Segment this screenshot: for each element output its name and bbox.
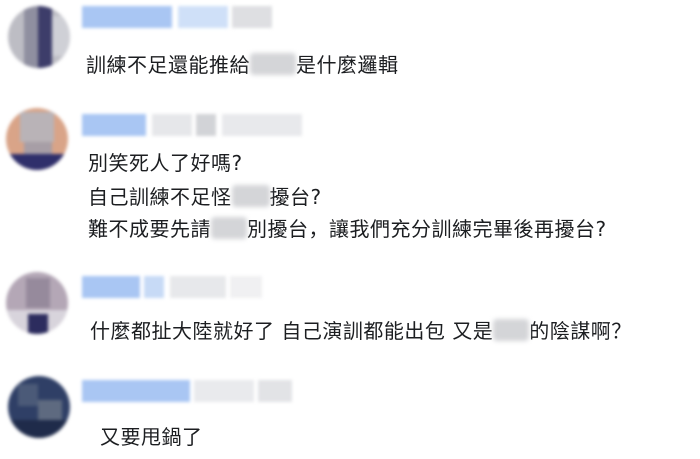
comment-text: 訓練不足還能推給 是什麼邏輯 [86,53,399,77]
commenter-name-blurred[interactable] [82,380,292,402]
commenter-name-blurred[interactable] [82,114,302,136]
comment-text: 難不成要先請 別擾台，讓我們充分訓練完畢後再擾台? [88,217,607,241]
redacted-text [250,53,296,75]
commenter-name-blurred[interactable] [82,6,272,28]
comment-text: 什麼都扯大陸就好了 自己演訓都能出包 又是 的陰謀啊？ [90,319,632,343]
avatar[interactable] [6,108,68,170]
avatar[interactable] [6,272,68,334]
comment-text: 自己訓練不足怪 擾台? [88,185,322,209]
avatar[interactable] [8,376,70,438]
commenter-name-blurred[interactable] [82,276,262,298]
redacted-text [211,217,247,239]
redacted-text [493,319,530,341]
avatar[interactable] [8,6,70,68]
redacted-text [231,185,270,207]
comment-text: 又要甩鍋了 [100,425,203,449]
comment-text: 別笑死人了好嗎? [88,151,243,175]
